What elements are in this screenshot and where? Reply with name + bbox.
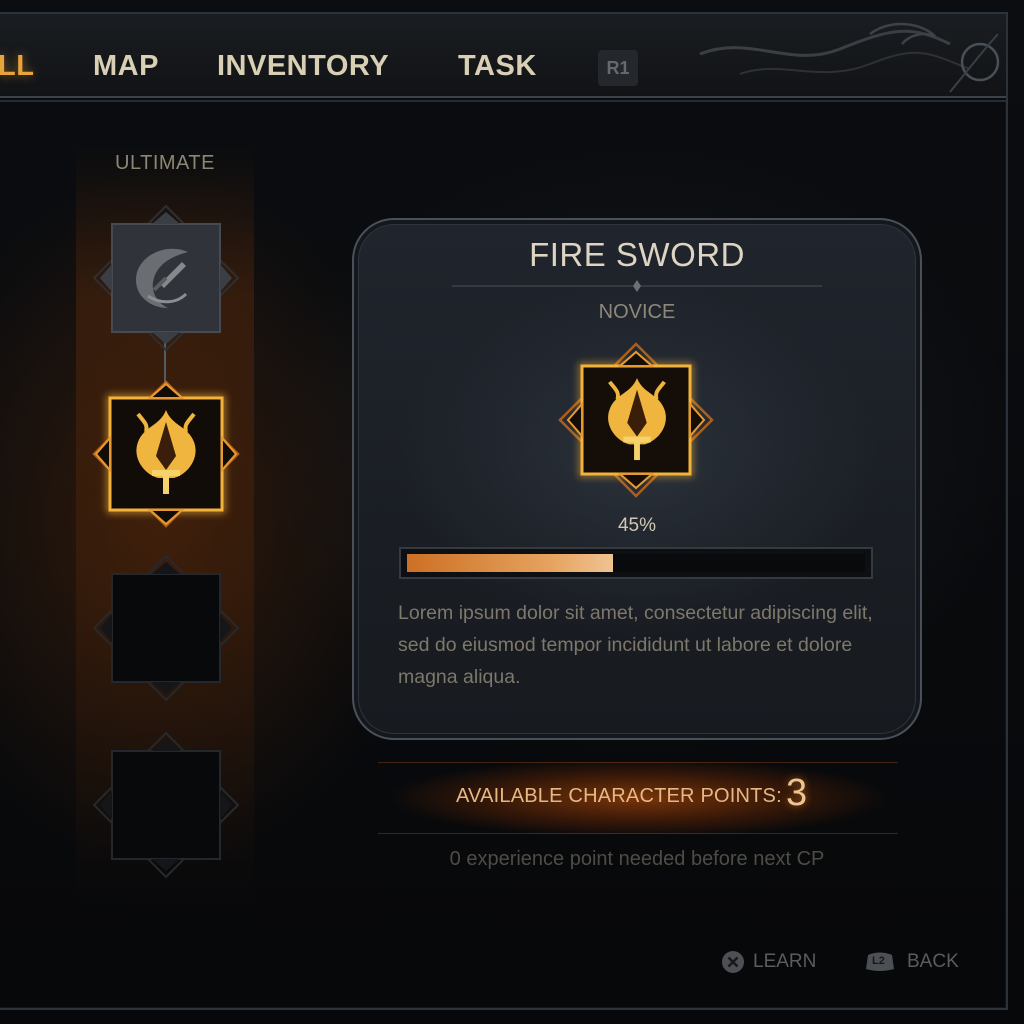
swirl-ornament-icon (699, 22, 1000, 93)
skill-detail-icon-frame (556, 340, 716, 500)
skill-slot-empty[interactable] (86, 548, 246, 708)
tab-map[interactable]: MAP (93, 50, 159, 83)
top-navigation: LL MAP INVENTORY TASK R1 (0, 14, 1006, 98)
skill-slot-empty[interactable] (86, 725, 246, 885)
tab-skill[interactable]: LL (0, 50, 34, 83)
tab-task[interactable]: TASK (458, 50, 537, 83)
tab-inventory[interactable]: INVENTORY (217, 50, 389, 83)
character-points-value: 3 (786, 772, 808, 814)
progress-bar (399, 547, 873, 579)
progress-percent: 45% (617, 515, 657, 536)
experience-note: 0 experience point needed before next CP (449, 848, 825, 870)
cross-button-icon (722, 951, 744, 973)
back-label: BACK (907, 951, 959, 972)
fire-sword-icon (608, 377, 666, 461)
l2-badge-text: L2 (872, 955, 885, 967)
skill-title: FIRE SWORD (529, 236, 745, 273)
title-divider (452, 280, 822, 292)
skill-slot-locked[interactable] (86, 198, 246, 358)
progress-bar-fill (407, 554, 614, 572)
skill-slot-fire-sword[interactable] (86, 374, 246, 534)
learn-label: LEARN (753, 951, 817, 972)
back-button[interactable]: L2 BACK (864, 950, 974, 976)
r1-next-tab-button[interactable]: R1 (598, 50, 638, 86)
fire-sword-icon (136, 410, 196, 494)
skill-screen: LL MAP INVENTORY TASK R1 ULTIMATE FIRE S… (0, 0, 1024, 1024)
skill-description: Lorem ipsum dolor sit amet, consectetur … (398, 602, 873, 688)
learn-button[interactable]: LEARN (721, 950, 821, 976)
column-heading: ULTIMATE (115, 152, 215, 174)
skill-rank: NOVICE (598, 301, 676, 323)
crescent-sword-icon (136, 248, 188, 308)
character-points-label: AVAILABLE CHARACTER POINTS: (456, 785, 782, 807)
